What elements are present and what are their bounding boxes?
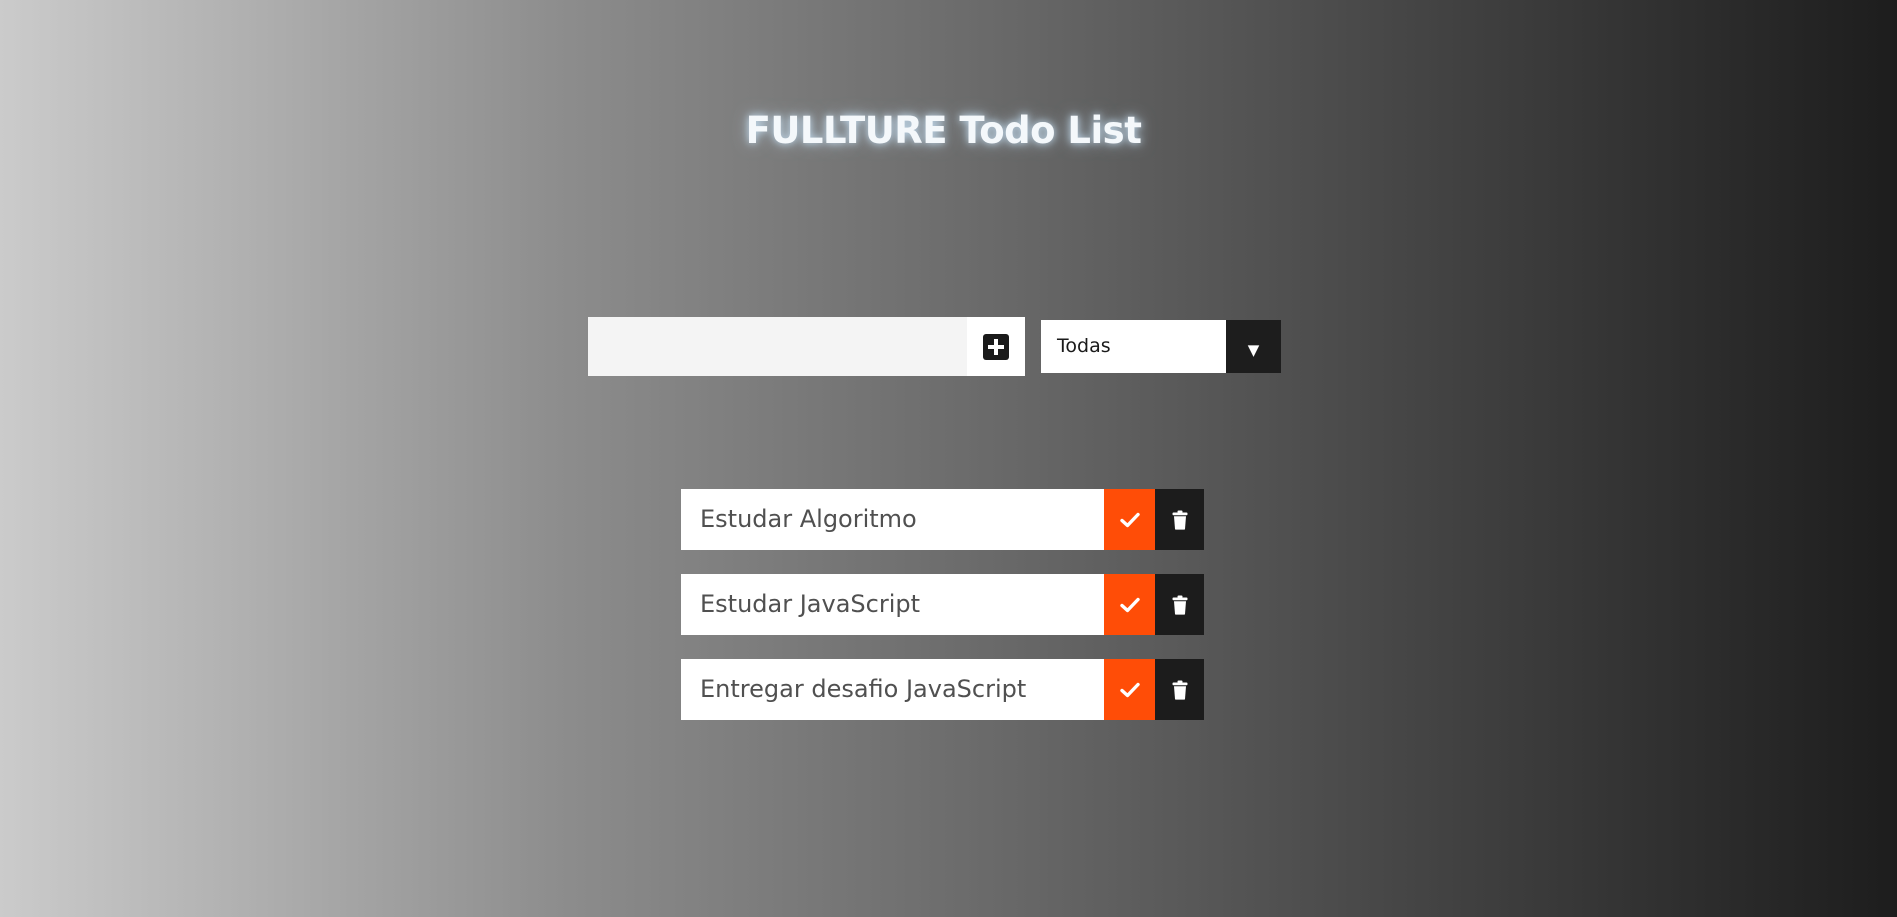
trash-icon <box>1172 595 1187 615</box>
delete-button[interactable] <box>1155 574 1204 635</box>
check-icon <box>1119 512 1140 527</box>
complete-button[interactable] <box>1104 574 1155 635</box>
complete-button[interactable] <box>1104 659 1155 720</box>
add-todo-form <box>588 317 1025 376</box>
todo-item: Estudar Algoritmo <box>681 489 1204 550</box>
delete-button[interactable] <box>1155 659 1204 720</box>
todo-item: Estudar JavaScript <box>681 574 1204 635</box>
plus-square-icon <box>983 333 1009 360</box>
trash-icon <box>1172 510 1187 530</box>
trash-icon <box>1172 680 1187 700</box>
todo-input[interactable] <box>588 317 967 376</box>
check-icon <box>1119 597 1140 612</box>
dropdown-arrow-icon[interactable]: ▼ <box>1226 320 1281 373</box>
todo-text: Estudar JavaScript <box>681 574 1104 635</box>
todo-text: Entregar desafio JavaScript <box>681 659 1104 720</box>
filter-select[interactable]: Todas ▼ <box>1041 320 1281 373</box>
page-title: FULLTURE Todo List <box>745 108 1142 152</box>
delete-button[interactable] <box>1155 489 1204 550</box>
filter-selected-value: Todas <box>1041 320 1226 373</box>
check-icon <box>1119 682 1140 697</box>
todo-item: Entregar desafio JavaScript <box>681 659 1204 720</box>
todo-list: Estudar Algoritmo Estudar JavaScript Ent… <box>681 489 1204 744</box>
add-todo-button[interactable] <box>967 317 1025 376</box>
todo-text: Estudar Algoritmo <box>681 489 1104 550</box>
complete-button[interactable] <box>1104 489 1155 550</box>
